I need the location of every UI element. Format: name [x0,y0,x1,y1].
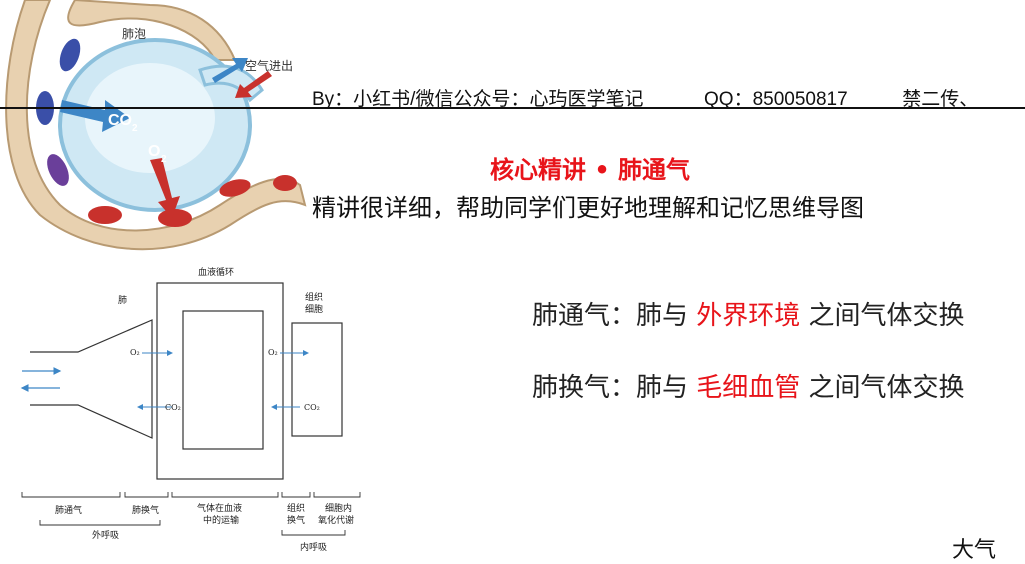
highlight-capillaries: 毛细血管 [696,373,801,403]
o2-label-tissue: O₂ [268,348,278,357]
stage-tissue-exchange: 组织 [287,502,305,514]
cell-label: 细胞 [305,303,323,315]
external-respiration-label: 外呼吸 [92,529,119,541]
stage-exchange: 肺换气 [132,504,159,516]
circulation-label: 血液循环 [198,266,234,278]
stage-brackets [21,492,361,498]
definition-exchange: 肺换气：肺与 毛细血管 之间气体交换 [532,373,965,403]
highlight-external-environment: 外界环境 [696,301,801,331]
respiration-diagram: 肺 血液循环 组织 细胞 O₂ CO₂ O₂ CO₂ 肺通气 肺换气 气体在血液… [20,266,361,553]
svg-text:换气: 换气 [287,514,305,526]
qq-number: QQ：850050817 [704,89,848,110]
co2-label: CO [108,112,132,129]
stage-ventilation: 肺通气 [55,504,82,516]
lung-shape [30,319,153,439]
page-subtitle: 精讲很详细，帮助同学们更好地理解和记忆思维导图 [312,194,864,222]
internal-respiration-label: 内呼吸 [300,541,327,553]
svg-text:2: 2 [161,154,167,165]
tissue-cell-box [291,322,343,437]
svg-text:中的运输: 中的运输 [203,514,239,526]
o2-label: O [148,143,160,160]
tissue-label: 组织 [305,291,323,303]
svg-text:氧化代谢: 氧化代谢 [318,514,354,526]
page-title: 核心精讲 • 肺通气 [490,156,691,184]
external-bracket [39,520,161,526]
o2-label-lung: O₂ [130,348,140,357]
svg-text:2: 2 [132,123,138,134]
header-credit: By：小红书/微信公众号：心玙医学笔记 QQ：850050817 禁二传、 [312,84,978,111]
co2-label-tissue: CO₂ [304,403,320,412]
corner-text: 大气 [952,538,997,563]
alveolus-label: 肺泡 [122,27,146,41]
no-redistribution-note: 禁二传、 [902,89,979,110]
red-blood-cell [59,38,81,72]
alveolus-illustration: CO 2 O 2 肺泡 空气进出 [5,0,307,251]
author-credit: By：小红书/微信公众号：心玙医学笔记 [312,89,644,110]
definition-ventilation: 肺通气：肺与 外界环境 之间气体交换 [532,301,965,331]
lung-label: 肺 [118,295,127,306]
co2-label-lung: CO₂ [165,403,181,412]
stage-cell-metabolism: 细胞内 [325,502,352,514]
internal-bracket [281,530,346,536]
circulation-outer-box [156,282,284,480]
circulation-inner-box [182,310,264,450]
red-blood-cell [273,175,297,191]
red-blood-cell [158,209,192,227]
air-label: 空气进出 [245,58,293,73]
red-blood-cell [88,206,122,224]
stage-transport: 气体在血液 [197,502,242,514]
